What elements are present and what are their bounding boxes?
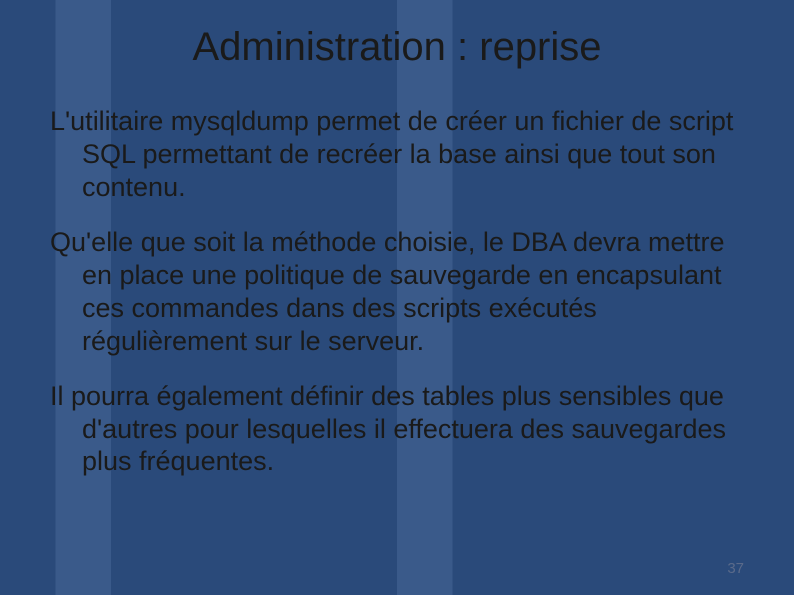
paragraph: Il pourra également définir des tables p… xyxy=(50,380,744,479)
page-number: 37 xyxy=(727,560,744,577)
paragraph: L'utilitaire mysqldump permet de créer u… xyxy=(50,105,744,204)
paragraph: Qu'elle que soit la méthode choisie, le … xyxy=(50,226,744,358)
slide-container: Administration : reprise L'utilitaire my… xyxy=(0,0,794,595)
slide-title: Administration : reprise xyxy=(50,25,744,70)
slide-body: L'utilitaire mysqldump permet de créer u… xyxy=(50,105,744,478)
